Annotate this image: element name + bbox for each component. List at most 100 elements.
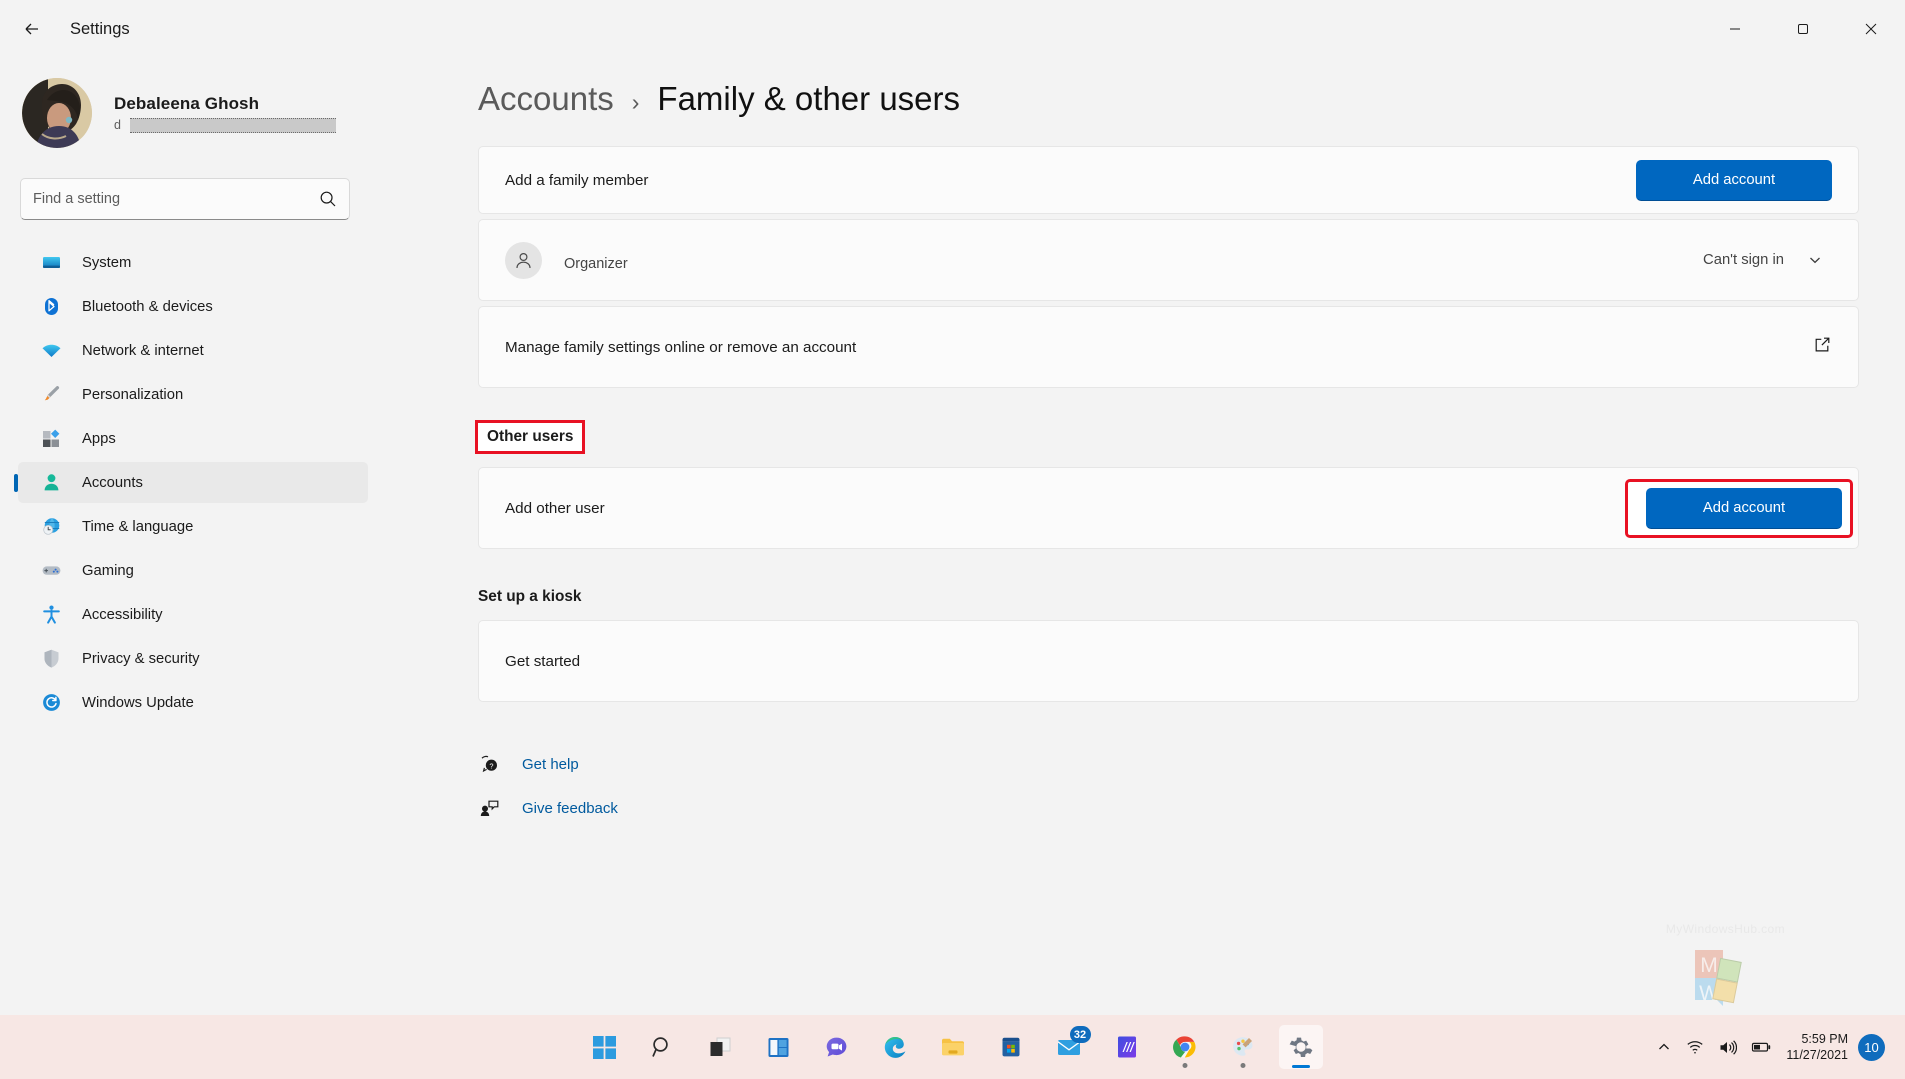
title-bar: Settings — [0, 0, 1905, 58]
window-controls — [1701, 0, 1905, 58]
taskbar-movies-button[interactable] — [1105, 1025, 1149, 1069]
mail-unread-badge: 32 — [1069, 1026, 1091, 1043]
sidebar-item-privacy-security[interactable]: Privacy & security — [18, 638, 368, 679]
search-box[interactable] — [20, 178, 350, 220]
svg-text:?: ? — [489, 761, 493, 770]
profile-email: d — [114, 117, 336, 133]
sidebar: Debaleena Ghosh d Find a setting System … — [0, 58, 390, 1079]
sidebar-item-label: Apps — [82, 430, 116, 447]
back-button[interactable] — [10, 11, 54, 47]
tray-battery-icon[interactable] — [1744, 1025, 1780, 1069]
search-input[interactable] — [33, 191, 319, 207]
update-icon — [40, 692, 62, 714]
taskbar-settings-button[interactable] — [1278, 1025, 1323, 1069]
sidebar-item-accessibility[interactable]: Accessibility — [18, 594, 368, 635]
accessibility-icon — [40, 604, 62, 626]
profile-email-prefix: d — [114, 117, 121, 132]
taskbar-task-view-button[interactable] — [699, 1025, 743, 1069]
sidebar-nav: System Bluetooth & devices Network & int… — [0, 242, 368, 723]
sidebar-item-network-internet[interactable]: Network & internet — [18, 330, 368, 371]
clock-globe-icon — [40, 516, 62, 538]
sidebar-item-label: Bluetooth & devices — [82, 298, 213, 315]
member-signin-status: Can't sign in — [1703, 252, 1784, 268]
other-users-heading: Other users — [487, 428, 574, 445]
profile-name: Debaleena Ghosh — [114, 93, 260, 113]
maximize-button[interactable] — [1769, 0, 1837, 58]
tray-volume-icon[interactable] — [1711, 1025, 1744, 1069]
sidebar-item-gaming[interactable]: Gaming — [18, 550, 368, 591]
add-other-account-button[interactable]: Add account — [1646, 487, 1842, 529]
page-title: Family & other users — [657, 80, 961, 117]
taskbar-items: 32 — [583, 1025, 1323, 1069]
person-icon — [40, 472, 62, 494]
taskbar-file-explorer-button[interactable] — [931, 1025, 975, 1069]
kiosk-get-started-row[interactable]: Get started — [478, 620, 1859, 702]
close-button[interactable] — [1837, 0, 1905, 58]
gamepad-icon — [40, 560, 62, 582]
clock-date: 11/27/2021 — [1786, 1048, 1848, 1062]
settings-active-indicator — [1291, 1065, 1310, 1068]
sidebar-item-accounts[interactable]: Accounts — [18, 462, 368, 503]
give-feedback-row[interactable]: Give feedback — [478, 786, 1859, 830]
notification-badge[interactable]: 10 — [1858, 1033, 1885, 1061]
taskbar-start-button[interactable] — [583, 1025, 627, 1069]
manage-family-settings-label: Manage family settings online or remove … — [505, 338, 857, 356]
get-help-link[interactable]: Get help — [522, 756, 579, 773]
taskbar-microsoft-store-button[interactable] — [989, 1025, 1033, 1069]
member-avatar-icon — [505, 241, 542, 279]
chrome-running-indicator — [1182, 1063, 1187, 1068]
avatar — [22, 78, 92, 148]
bluetooth-icon — [40, 296, 62, 318]
get-help-row[interactable]: ? Get help — [478, 742, 1859, 786]
sidebar-item-windows-update[interactable]: Windows Update — [18, 682, 368, 723]
window-body: Debaleena Ghosh d Find a setting System … — [0, 58, 1905, 1079]
display-icon — [40, 252, 62, 274]
sidebar-item-label: Network & internet — [82, 342, 204, 359]
add-account-button-annotation: Add account — [1625, 478, 1853, 538]
kiosk-heading: Set up a kiosk — [478, 588, 582, 605]
sidebar-item-label: Gaming — [82, 562, 134, 579]
taskbar-clock[interactable]: 5:59 PM 11/27/2021 — [1780, 1031, 1858, 1063]
sidebar-item-label: Windows Update — [82, 694, 194, 711]
add-family-member-row: Add a family member Add account — [478, 146, 1859, 214]
breadcrumb-parent[interactable]: Accounts — [478, 80, 614, 118]
manage-family-settings-row[interactable]: Manage family settings online or remove … — [478, 306, 1859, 388]
external-link-icon — [1813, 335, 1832, 359]
chevron-down-icon[interactable] — [1798, 243, 1832, 277]
wifi-icon — [40, 340, 62, 362]
sidebar-item-apps[interactable]: Apps — [18, 418, 368, 459]
apps-icon — [40, 428, 62, 450]
tray-wifi-icon[interactable] — [1679, 1025, 1711, 1069]
search-icon — [319, 190, 337, 208]
member-role: Organizer — [564, 255, 628, 272]
minimize-button[interactable] — [1701, 0, 1769, 58]
family-member-row[interactable]: Organizer Can't sign in — [478, 219, 1859, 301]
taskbar-chat-button[interactable] — [815, 1025, 859, 1069]
sidebar-item-personalization[interactable]: Personalization — [18, 374, 368, 415]
profile-card[interactable]: Debaleena Ghosh d — [0, 58, 368, 154]
taskbar: 32 5:59 PM 11/27/2021 10 — [0, 1015, 1905, 1079]
shield-icon — [40, 648, 62, 670]
taskbar-paint-button[interactable] — [1221, 1025, 1265, 1069]
sidebar-item-system[interactable]: System — [18, 242, 368, 283]
breadcrumb: Accounts › Family & other users — [478, 80, 1859, 118]
taskbar-mail-button[interactable]: 32 — [1047, 1025, 1091, 1069]
taskbar-widgets-button[interactable] — [757, 1025, 801, 1069]
sidebar-item-label: Accessibility — [82, 606, 163, 623]
taskbar-edge-button[interactable] — [873, 1025, 917, 1069]
add-family-account-button[interactable]: Add account — [1636, 159, 1832, 201]
show-hidden-icons-button[interactable] — [1649, 1025, 1679, 1069]
sidebar-item-bluetooth-devices[interactable]: Bluetooth & devices — [18, 286, 368, 327]
system-tray: 5:59 PM 11/27/2021 10 — [1649, 1015, 1905, 1079]
profile-text: Debaleena Ghosh d — [114, 94, 336, 133]
sidebar-item-time-language[interactable]: Time & language — [18, 506, 368, 547]
give-feedback-link[interactable]: Give feedback — [522, 800, 618, 817]
taskbar-search-button[interactable] — [641, 1025, 685, 1069]
profile-email-redaction — [130, 117, 336, 133]
add-other-user-label: Add other user — [505, 499, 605, 517]
taskbar-chrome-button[interactable] — [1163, 1025, 1207, 1069]
feedback-icon — [478, 797, 502, 819]
sidebar-item-label: Personalization — [82, 386, 184, 403]
sidebar-item-label: Time & language — [82, 518, 194, 535]
paintbrush-icon — [40, 384, 62, 406]
